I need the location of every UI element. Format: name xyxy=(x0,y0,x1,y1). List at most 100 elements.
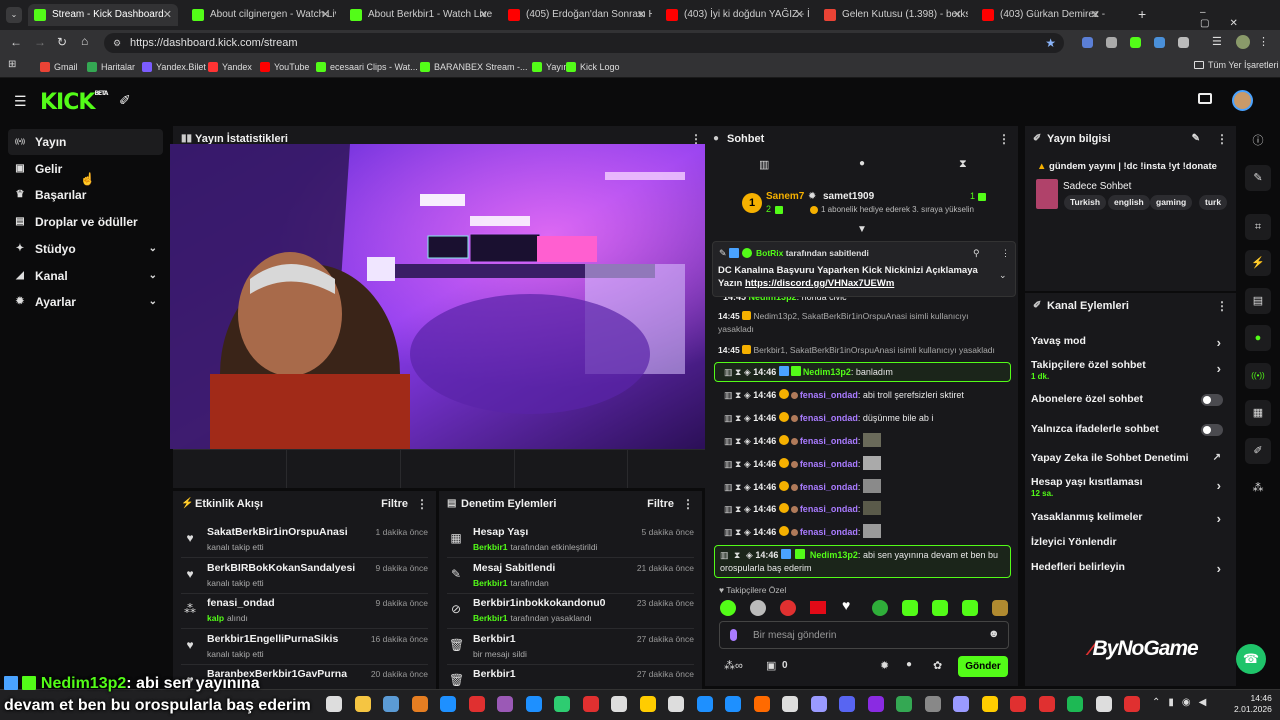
hourglass-icon[interactable]: ⧗ xyxy=(735,504,744,514)
stats-icon[interactable]: ▦ xyxy=(1245,400,1271,426)
settings-icon[interactable]: ✹ xyxy=(880,659,889,672)
site-info-icon[interactable]: ⚙ xyxy=(113,33,121,53)
taskbar-app-icon[interactable] xyxy=(782,696,798,712)
chat-bubble-icon[interactable]: ● xyxy=(906,659,912,670)
browser-tab[interactable]: About cilginergen - Watch Live ✕ xyxy=(186,4,336,26)
send-button[interactable]: Gönder xyxy=(958,656,1008,677)
message-user[interactable]: fenasi_ondad xyxy=(800,436,858,446)
document-icon[interactable]: ▤ xyxy=(1245,288,1271,314)
channel-action-item[interactable]: Hesap yaşı kısıtlaması 12 sa. › xyxy=(1031,476,1231,498)
taskbar-app-icon[interactable] xyxy=(611,696,627,712)
bookmark-star-icon[interactable]: ★ xyxy=(1045,33,1056,53)
chat-message[interactable]: ▥ ⧗ ◈ 14:46 fenasi_ondad: xyxy=(724,501,1014,516)
tab-close-icon[interactable]: ✕ xyxy=(479,4,488,26)
hourglass-icon[interactable]: ⧗ xyxy=(735,527,744,537)
message-user[interactable]: fenasi_ondad xyxy=(800,527,858,537)
shield-icon[interactable] xyxy=(1106,37,1117,48)
hourglass-icon[interactable]: ⧗ xyxy=(735,390,744,400)
moderation-row[interactable]: ⊘ Berkbir1inbokkokandonu0 Berkbir1 tarafınd… xyxy=(447,593,694,629)
hourglass-icon[interactable]: ⧗ xyxy=(735,459,744,469)
chat-input[interactable]: Bir mesaj gönderin ☻ xyxy=(719,621,1009,649)
browser-tab[interactable]: (403) İyi ki doğdun YAĞIZ - İsm ✕ xyxy=(660,4,810,26)
edit-icon[interactable]: ✎ xyxy=(1192,126,1200,152)
pinned-link[interactable]: https://discord.gg/VHNax7UEWm xyxy=(745,278,894,289)
hourglass-icon[interactable]: ⧗ xyxy=(735,436,744,446)
unpin-icon[interactable]: ⚲ xyxy=(973,248,980,259)
channel-action-item[interactable]: Yapay Zeka ile Sohbet Denetimi ↗ xyxy=(1031,452,1231,464)
chat-message-highlight[interactable]: ▥ ⧗ ◈ 14:46 Nedim13p2: abi sen yayınına … xyxy=(714,545,1011,578)
chat-message[interactable]: ▥ ⧗ ◈ 14:46 Nedim13p2: banladım xyxy=(724,365,1014,379)
taskbar-app-icon[interactable] xyxy=(1095,696,1112,712)
taskbar-app-icon[interactable] xyxy=(725,696,741,712)
taskbar-app-icon[interactable] xyxy=(839,696,855,712)
wifi-icon[interactable]: ◉ xyxy=(1182,697,1199,708)
trash-icon[interactable]: ▥ xyxy=(724,482,735,492)
trash-icon[interactable]: ▥ xyxy=(724,413,735,423)
trash-icon[interactable]: ▥ xyxy=(724,390,735,400)
taskbar-app-icon[interactable] xyxy=(1124,696,1140,712)
taskbar-app-icon[interactable] xyxy=(1067,696,1083,712)
leader2-name[interactable]: samet1909 xyxy=(823,191,874,202)
bookmark-item[interactable]: Yandex.Bilet xyxy=(142,60,206,74)
apps-icon[interactable]: ⊞ xyxy=(8,59,16,70)
taskbar-app-icon[interactable] xyxy=(924,696,941,712)
channel-action-item[interactable]: İzleyici Yönlendir xyxy=(1031,536,1231,548)
volume-icon[interactable]: ◀ xyxy=(1199,697,1215,708)
emote-icon[interactable] xyxy=(902,600,918,616)
heart-emote-icon[interactable]: ♥ xyxy=(842,597,850,613)
chat-message[interactable]: ▥ ⧗ ◈ 14:46 fenasi_ondad: xyxy=(724,479,1014,494)
channel-action-item[interactable]: Hedefleri belirleyin › xyxy=(1031,561,1231,576)
activity-filter-button[interactable]: Filtre xyxy=(381,491,408,517)
bookmark-item[interactable]: ecesaari Clips - Wat... xyxy=(316,60,418,74)
edit-icon[interactable]: ✎ xyxy=(1245,165,1271,191)
chat-message[interactable]: ▥ ⧗ ◈ 14:46 fenasi_ondad: xyxy=(724,433,1014,448)
tab-search-button[interactable]: ⌄ xyxy=(6,7,22,23)
taskbar-app-icon[interactable] xyxy=(383,696,399,712)
flag-emote-icon[interactable] xyxy=(810,601,826,614)
message-user[interactable]: Nedim13p2 xyxy=(803,367,851,377)
emote-icon[interactable] xyxy=(780,600,796,616)
bookmark-item[interactable]: YouTube xyxy=(260,60,309,74)
hourglass-icon[interactable]: ⧗ xyxy=(735,413,744,423)
moderation-row[interactable]: ✎ Mesaj Sabitlendi Berkbir1 tarafından 21 da… xyxy=(447,558,694,594)
broadcast-icon[interactable]: ((•)) xyxy=(1245,363,1271,389)
emote-icon[interactable] xyxy=(932,600,948,616)
emote-icon[interactable] xyxy=(962,600,978,616)
chat-menu-icon[interactable]: ⋮ xyxy=(998,126,1010,152)
profile-avatar[interactable] xyxy=(1236,35,1250,49)
taskbar-app-icon[interactable] xyxy=(953,696,969,712)
bookmark-item[interactable]: BARANBEX Stream -... xyxy=(420,60,528,74)
trash-icon[interactable]: ▥ xyxy=(724,367,735,377)
message-user[interactable]: fenasi_ondad xyxy=(800,390,858,400)
activity-row[interactable]: ♥ Berkbir1EngelliPurnaSikis kanalı takip e… xyxy=(181,629,428,665)
message-user[interactable]: fenasi_ondad xyxy=(800,413,858,423)
nav-item[interactable]: ✦ Stüdyo ⌄ xyxy=(8,236,163,262)
extension-icon[interactable] xyxy=(1082,37,1093,48)
taskbar-app-icon[interactable] xyxy=(525,696,542,712)
nav-item[interactable]: ◢ Kanal ⌄ xyxy=(8,263,163,289)
toggle-switch[interactable] xyxy=(1201,424,1223,436)
message-user[interactable]: fenasi_ondad xyxy=(800,504,858,514)
crop-icon[interactable]: ⌗ xyxy=(1245,214,1271,240)
drops-icon[interactable]: ⁂∞ xyxy=(724,659,743,672)
channel-action-item[interactable]: Yasaklanmış kelimeler › xyxy=(1031,511,1231,526)
nav-item[interactable]: ▤ Droplar ve ödüller xyxy=(8,209,163,235)
stream-category[interactable]: Sadece Sohbet xyxy=(1063,181,1131,192)
taskbar-clock[interactable]: 14:46 2.01.2026 xyxy=(1234,693,1272,715)
browser-tab[interactable]: Stream - Kick Dashboard ✕ xyxy=(28,4,178,26)
taskbar-app-icon[interactable] xyxy=(326,696,342,712)
emote-icon[interactable] xyxy=(720,600,736,616)
chevron-down-icon[interactable]: ⌄ xyxy=(999,270,1007,281)
moderation-row[interactable]: 🗑 Berkbir1 27 dakika önce xyxy=(447,664,694,689)
home-icon[interactable]: ⌂ xyxy=(81,34,88,48)
trash-icon[interactable]: ▥ xyxy=(724,436,735,446)
nav-item[interactable]: ♛ Başarılar xyxy=(8,182,163,208)
chat-bubble-icon[interactable]: ● xyxy=(1245,325,1271,351)
activity-menu-icon[interactable]: ⋮ xyxy=(416,491,428,517)
bookmark-item[interactable]: Gmail xyxy=(40,60,78,74)
bookmark-item[interactable]: Yayın xyxy=(532,60,568,74)
taskbar-app-icon[interactable] xyxy=(867,696,884,712)
activity-row[interactable]: ♥ BerkBIRBokKokanSandalyesi kanalı takip e… xyxy=(181,558,428,594)
activity-row[interactable]: ⁂ fenasi_ondad kalp alındı 9 dakika önce xyxy=(181,593,428,629)
tab-close-icon[interactable]: ✕ xyxy=(637,4,646,26)
